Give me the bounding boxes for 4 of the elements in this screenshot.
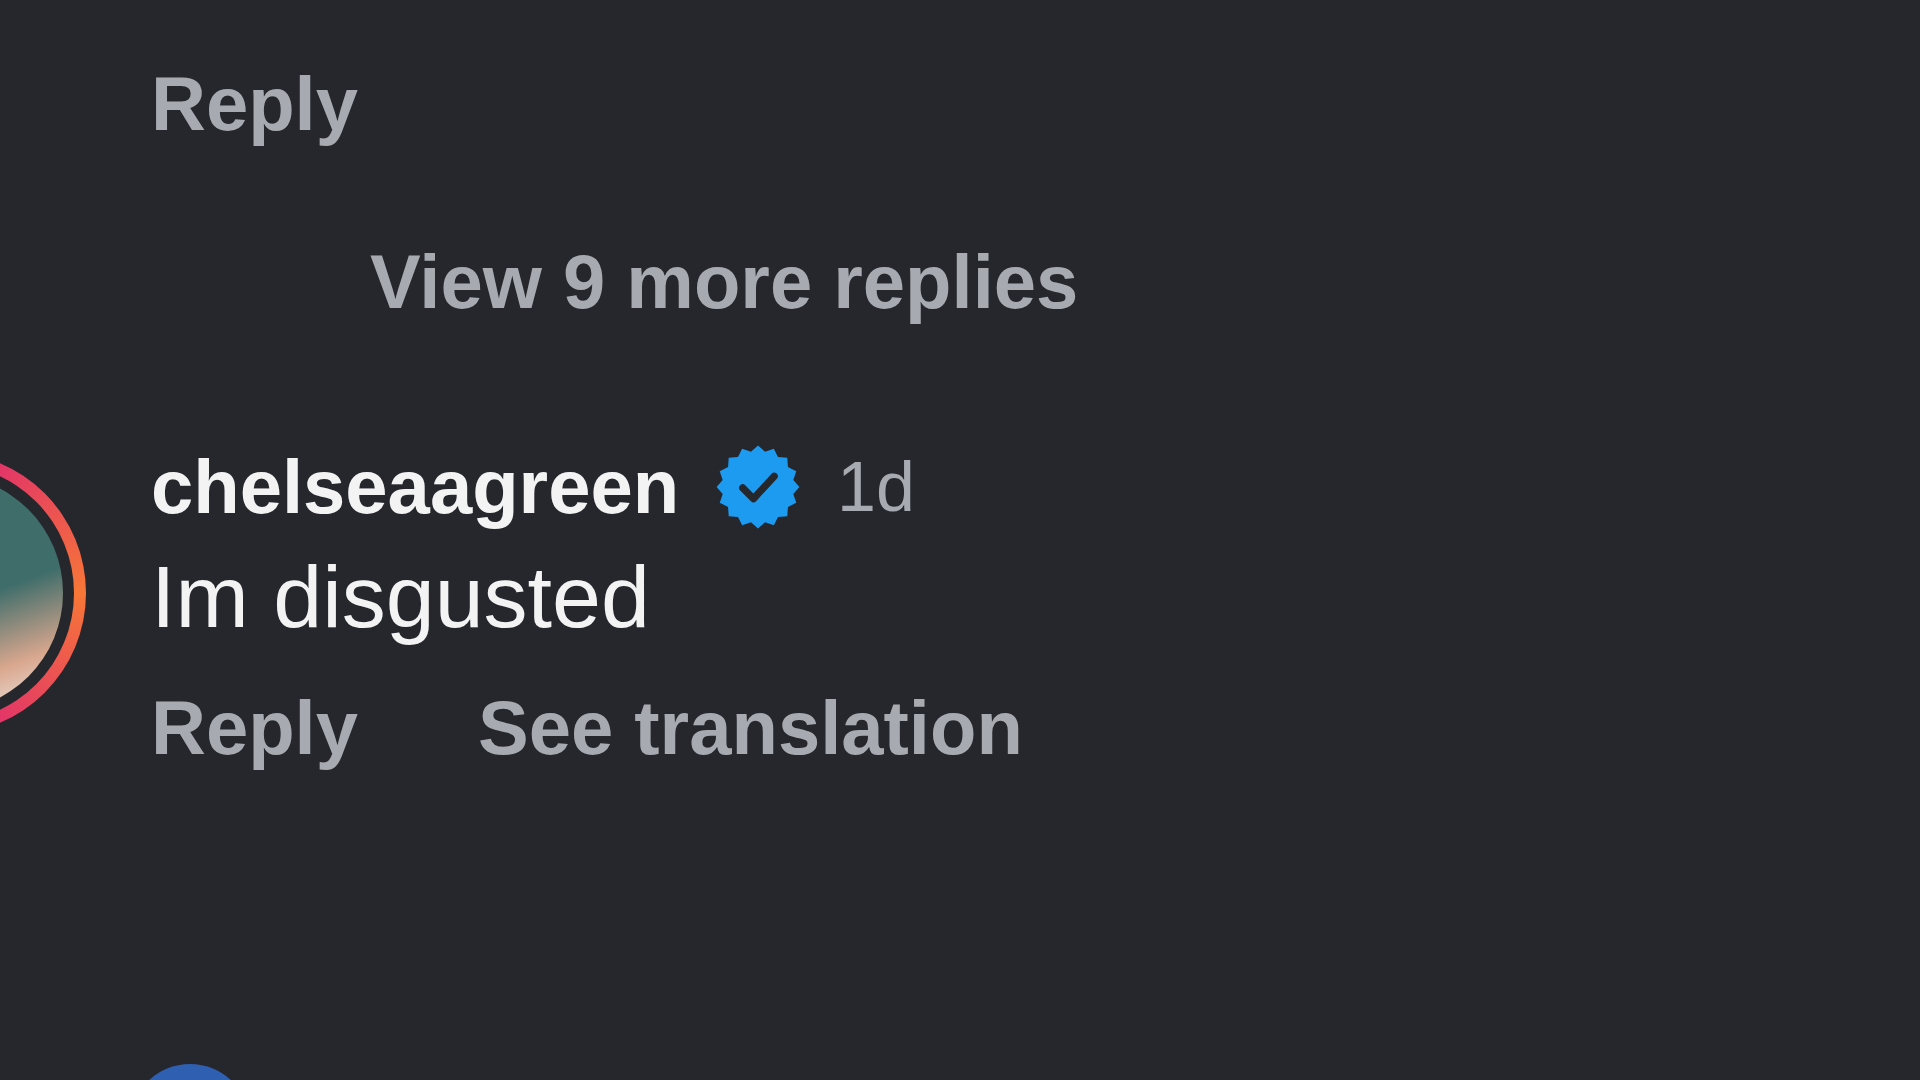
comment-text: Im disgusted xyxy=(151,546,651,648)
comment-action-link[interactable]: See translation xyxy=(477,689,1023,766)
comment-time: 1d xyxy=(837,448,915,526)
username[interactable]: chelseaagreen xyxy=(151,445,680,529)
